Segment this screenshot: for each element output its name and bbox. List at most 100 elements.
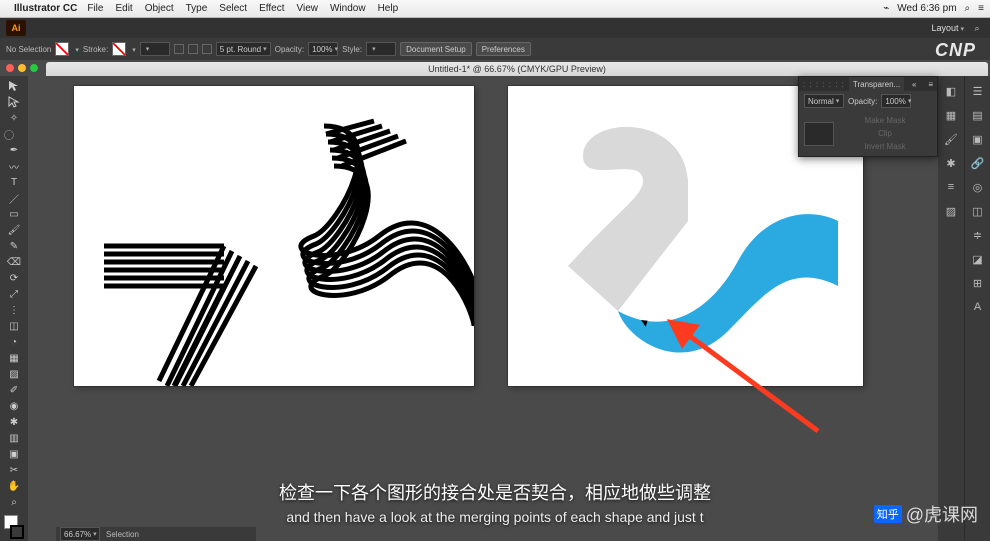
opacity-input[interactable]: 100% [308, 42, 338, 56]
subtitle-english: and then have a look at the merging poin… [0, 509, 990, 525]
menu-type[interactable]: Type [186, 3, 208, 14]
width-tool-icon[interactable]: ⋮ [3, 302, 25, 318]
menu-file[interactable]: File [87, 3, 103, 14]
document-tab[interactable]: Untitled-1* @ 66.67% (CMYK/GPU Preview) [46, 62, 988, 76]
stroke-profile-dash-1[interactable] [174, 44, 184, 54]
stroke-label: Stroke: [83, 45, 108, 54]
curvature-tool-icon[interactable]: 〰 [3, 158, 25, 174]
menu-object[interactable]: Object [145, 3, 174, 14]
lasso-tool-icon[interactable]: ⃝ [3, 126, 25, 142]
eyedropper-tool-icon[interactable]: ✐ [3, 382, 25, 398]
transparency-thumbnail[interactable] [804, 122, 834, 146]
swatches-panel-icon[interactable]: ▦ [942, 106, 960, 124]
brush-definition[interactable]: 5 pt. Round [216, 42, 271, 56]
panel-opacity-label: Opacity: [848, 97, 877, 106]
stroke-indicator[interactable] [10, 525, 24, 539]
selection-tool-icon[interactable] [3, 78, 25, 94]
graph-tool-icon[interactable]: ▥ [3, 430, 25, 446]
make-mask-button[interactable]: Make Mask [838, 114, 932, 127]
align-panel-icon[interactable]: ≑ [969, 226, 987, 244]
artwork-ribbons [74, 86, 474, 386]
stroke-panel-icon[interactable]: ≡ [942, 178, 960, 196]
properties-panel-icon[interactable]: ☰ [969, 82, 987, 100]
transform-panel-icon[interactable]: ⊞ [969, 274, 987, 292]
symbol-sprayer-tool-icon[interactable]: ✱ [3, 414, 25, 430]
minimize-window-icon[interactable] [18, 64, 26, 72]
menu-window[interactable]: Window [330, 3, 366, 14]
invert-mask-checkbox[interactable]: Invert Mask [838, 140, 932, 153]
search-icon[interactable]: ⌕ [970, 21, 984, 35]
brushes-panel-icon[interactable]: 🖌 [942, 130, 960, 148]
gradient-panel-icon[interactable]: ▨ [942, 202, 960, 220]
menu-edit[interactable]: Edit [115, 3, 132, 14]
menu-icon[interactable]: ≡ [978, 3, 984, 14]
pathfinder-panel-icon[interactable]: ◪ [969, 250, 987, 268]
line-tool-icon[interactable]: ／ [3, 190, 25, 206]
clock[interactable]: Wed 6:36 pm [897, 3, 956, 14]
scale-tool-icon[interactable]: ⤢ [3, 286, 25, 302]
panel-opacity-input[interactable]: 100% [881, 94, 911, 108]
zoom-window-icon[interactable] [30, 64, 38, 72]
type-tool-icon[interactable]: T [3, 174, 25, 190]
transparency-panel[interactable]: : : : : : : : Transparen... « ≡ Normal O… [798, 76, 938, 157]
blend-mode-dropdown[interactable]: Normal [804, 94, 844, 108]
magic-wand-tool-icon[interactable]: ✧ [3, 110, 25, 126]
links-panel-icon[interactable]: 🔗 [969, 154, 987, 172]
pen-tool-icon[interactable]: ✒ [3, 142, 25, 158]
menu-view[interactable]: View [296, 3, 318, 14]
menu-select[interactable]: Select [219, 3, 247, 14]
battery-icon[interactable]: ⌁ [883, 3, 889, 14]
artboard-tool-icon[interactable]: ▣ [3, 446, 25, 462]
mesh-tool-icon[interactable]: ▦ [3, 350, 25, 366]
artboard-1[interactable] [74, 86, 474, 386]
stroke-profile-dash-2[interactable] [188, 44, 198, 54]
menu-help[interactable]: Help [378, 3, 399, 14]
style-dropdown[interactable] [366, 42, 396, 56]
fill-dropdown[interactable] [73, 45, 79, 54]
layers-panel-icon[interactable]: ▤ [969, 106, 987, 124]
panel-drag-handle[interactable]: : : : : : : : [799, 80, 849, 89]
app-name[interactable]: Illustrator CC [14, 3, 77, 14]
color-panel-icon[interactable]: ◧ [942, 82, 960, 100]
close-window-icon[interactable] [6, 64, 14, 72]
blend-tool-icon[interactable]: ◉ [3, 398, 25, 414]
shape-builder-tool-icon[interactable]: ◔ [3, 334, 25, 350]
character-panel-icon[interactable]: A [969, 298, 987, 316]
zhihu-badge: 知乎 [874, 505, 902, 523]
stroke-dropdown[interactable] [130, 45, 136, 54]
brush-tool-icon[interactable]: 🖌 [3, 222, 25, 238]
workspace-switcher[interactable]: Layout [931, 23, 964, 33]
tools-panel: ✧ ⃝ ✒ 〰 T ／ ▭ 🖌 ✎ ⌫ ⟳ ⤢ ⋮ ◫ ◔ ▦ ▨ ✐ ◉ ✱ … [0, 76, 28, 541]
transparency-tab[interactable]: Transparen... [849, 77, 904, 91]
stroke-swatch[interactable] [112, 42, 126, 56]
stroke-profile-dash-3[interactable] [202, 44, 212, 54]
fill-swatch[interactable] [55, 42, 69, 56]
free-transform-tool-icon[interactable]: ◫ [3, 318, 25, 334]
document-setup-button[interactable]: Document Setup [400, 42, 472, 56]
panel-collapse-icon[interactable]: « [908, 80, 920, 89]
document-tab-bar: Untitled-1* @ 66.67% (CMYK/GPU Preview) [0, 60, 990, 76]
status-tool: Selection [106, 530, 139, 539]
rotate-tool-icon[interactable]: ⟳ [3, 270, 25, 286]
direct-selection-tool-icon[interactable] [3, 94, 25, 110]
video-watermark: 知乎 @虎课网 [874, 501, 978, 527]
symbols-panel-icon[interactable]: ✱ [942, 154, 960, 172]
clip-checkbox[interactable]: Clip [838, 127, 932, 140]
subtitle-chinese: 检查一下各个图形的接合处是否契合，相应地做些调整 [0, 479, 990, 505]
slice-tool-icon[interactable]: ✂ [3, 462, 25, 478]
menu-effect[interactable]: Effect [259, 3, 284, 14]
gradient-tool-icon[interactable]: ▨ [3, 366, 25, 382]
eraser-tool-icon[interactable]: ⌫ [3, 254, 25, 270]
panel-menu-icon[interactable]: ≡ [924, 80, 937, 89]
appearance-panel-icon[interactable]: ◎ [969, 178, 987, 196]
preferences-button[interactable]: Preferences [476, 42, 531, 56]
zoom-level[interactable]: 66.67% [60, 527, 100, 541]
pencil-tool-icon[interactable]: ✎ [3, 238, 25, 254]
rectangle-tool-icon[interactable]: ▭ [3, 206, 25, 222]
graphic-styles-panel-icon[interactable]: ◫ [969, 202, 987, 220]
illustrator-logo: Ai [6, 20, 26, 36]
annotation-arrow [648, 301, 848, 451]
stroke-weight-input[interactable] [140, 42, 170, 56]
spotlight-icon[interactable]: ⌕ [965, 3, 971, 14]
artboards-panel-icon[interactable]: ▣ [969, 130, 987, 148]
